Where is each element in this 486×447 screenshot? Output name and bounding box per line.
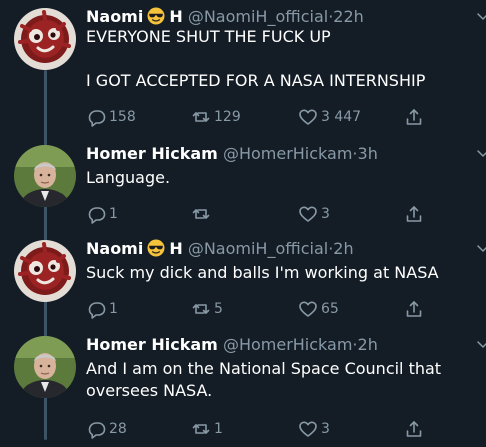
retweet-icon <box>192 209 210 219</box>
retweet-icon <box>192 112 210 122</box>
tweet-text: Suck my dick and balls I'm working at NA… <box>86 263 439 282</box>
avatar[interactable] <box>14 240 76 302</box>
like-count: 3 <box>321 206 330 222</box>
like-count: 3 <box>321 421 330 437</box>
avatar[interactable] <box>14 8 76 70</box>
sunglasses-emoji-icon <box>147 239 166 257</box>
tweet-header: Homer Hickam @HomerHickam·3h <box>86 143 486 165</box>
share-icon <box>406 109 422 125</box>
tweet-header: Naomi H @NaomiH_official·22h <box>86 6 486 28</box>
tweet-actions: 158 129 3 447 <box>86 106 446 128</box>
timestamp[interactable]: 2h <box>333 239 353 258</box>
share-button[interactable] <box>404 418 424 440</box>
like-count: 65 <box>321 301 339 317</box>
tweet[interactable]: Naomi H @NaomiH_official·22h EVERYONE SHU… <box>0 6 486 131</box>
timestamp[interactable]: 22h <box>333 7 364 26</box>
handle[interactable]: @NaomiH_official <box>188 7 328 26</box>
reply-count: 1 <box>109 301 118 317</box>
retweet-button[interactable]: 5 <box>191 298 223 320</box>
tweet-header: Naomi H @NaomiH_official·2h <box>86 238 486 260</box>
reply-icon <box>88 302 106 319</box>
tweet-actions: 28 1 3 <box>86 418 446 440</box>
display-name[interactable]: Naomi <box>86 239 143 258</box>
handle[interactable]: @HomerHickam <box>223 335 352 354</box>
reply-button[interactable]: 28 <box>86 418 127 440</box>
chevron-down-icon[interactable] <box>476 147 486 161</box>
retweet-button[interactable] <box>191 203 214 225</box>
sunglasses-emoji-icon <box>147 7 166 25</box>
avatar[interactable] <box>14 336 76 398</box>
reply-button[interactable]: 1 <box>86 203 118 225</box>
like-button[interactable]: 3 <box>298 203 330 225</box>
display-name[interactable]: Naomi <box>86 7 143 26</box>
like-button[interactable]: 65 <box>298 298 339 320</box>
tweet[interactable]: Homer Hickam @HomerHickam·2h And I am on… <box>0 334 486 444</box>
share-icon <box>406 421 422 437</box>
heart-icon <box>299 301 317 317</box>
share-icon <box>406 206 422 222</box>
reply-count: 158 <box>109 109 136 125</box>
reply-button[interactable]: 158 <box>86 106 136 128</box>
tweet-text: Language. <box>86 168 171 187</box>
retweet-count: 129 <box>214 109 241 125</box>
heart-icon <box>299 206 317 222</box>
display-name[interactable]: Homer Hickam <box>86 144 218 163</box>
tweet-header: Homer Hickam @HomerHickam·2h <box>86 334 486 356</box>
like-button[interactable]: 3 <box>298 418 330 440</box>
share-button[interactable] <box>404 298 424 320</box>
retweet-count: 1 <box>214 421 223 437</box>
reply-count: 1 <box>109 206 118 222</box>
handle[interactable]: @HomerHickam <box>223 144 352 163</box>
timestamp[interactable]: 2h <box>358 335 378 354</box>
heart-icon <box>299 109 317 125</box>
share-button[interactable] <box>404 106 424 128</box>
tweet[interactable]: Naomi H @NaomiH_official·2h Suck my dick … <box>0 238 486 328</box>
reply-icon <box>88 110 106 127</box>
like-button[interactable]: 3 447 <box>298 106 361 128</box>
display-name-suffix[interactable]: H <box>169 7 182 26</box>
display-name-suffix[interactable]: H <box>169 239 182 258</box>
tweet[interactable]: Homer Hickam @HomerHickam·3h Language. 1… <box>0 143 486 233</box>
tweet-text: EVERYONE SHUT THE FUCK UP I GOT ACCEPTED… <box>86 27 426 90</box>
tweet-text: And I am on the National Space Council t… <box>86 359 442 400</box>
reply-count: 28 <box>109 421 127 437</box>
retweet-button[interactable]: 1 <box>191 418 223 440</box>
chevron-down-icon[interactable] <box>476 10 486 24</box>
retweet-icon <box>192 424 210 434</box>
share-button[interactable] <box>404 203 424 225</box>
heart-icon <box>299 421 317 437</box>
chevron-down-icon[interactable] <box>476 338 486 352</box>
retweet-icon <box>192 304 210 314</box>
like-count: 3 447 <box>321 109 362 125</box>
reply-icon <box>88 422 106 439</box>
reply-icon <box>88 207 106 224</box>
tweet-actions: 1 3 <box>86 203 446 225</box>
display-name[interactable]: Homer Hickam <box>86 335 218 354</box>
handle[interactable]: @NaomiH_official <box>188 239 328 258</box>
timestamp[interactable]: 3h <box>358 144 378 163</box>
avatar[interactable] <box>14 145 76 207</box>
share-icon <box>406 301 422 317</box>
reply-button[interactable]: 1 <box>86 298 118 320</box>
chevron-down-icon[interactable] <box>476 242 486 256</box>
tweet-actions: 1 5 65 <box>86 298 446 320</box>
retweet-button[interactable]: 129 <box>191 106 241 128</box>
retweet-count: 5 <box>214 301 223 317</box>
